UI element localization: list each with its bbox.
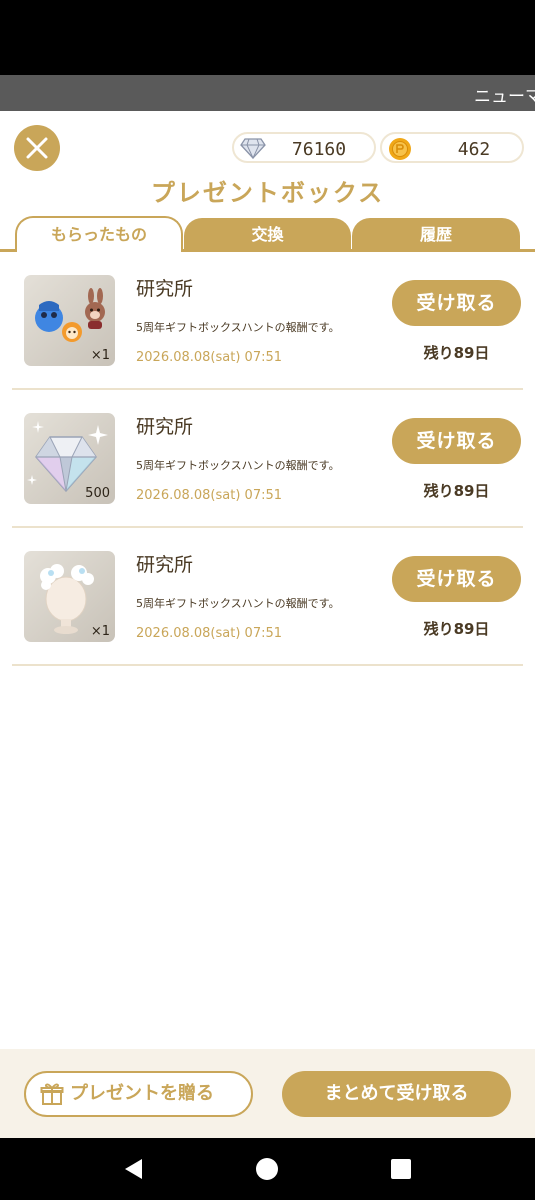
list-item: ×1 研究所 5周年ギフトボックスハントの報酬です。 2026.08.08(sa… bbox=[12, 252, 523, 390]
item-quantity: ×1 bbox=[90, 624, 110, 639]
item-date: 2026.08.08(sat) 07:51 bbox=[136, 626, 283, 641]
present-list: ×1 研究所 5周年ギフトボックスハントの報酬です。 2026.08.08(sa… bbox=[0, 252, 535, 666]
home-icon[interactable] bbox=[255, 1157, 279, 1181]
item-thumbnail: 500 bbox=[24, 413, 115, 504]
receive-button[interactable]: 受け取る bbox=[392, 280, 521, 326]
close-icon bbox=[26, 137, 48, 159]
coin-counter[interactable]: 462 bbox=[380, 132, 524, 163]
remaining-days: 残り89日 bbox=[423, 344, 490, 362]
item-date: 2026.08.08(sat) 07:51 bbox=[136, 350, 283, 365]
page-title: プレゼントボックス bbox=[150, 179, 385, 207]
receive-button[interactable]: 受け取る bbox=[392, 556, 521, 602]
send-present-label: プレゼントを贈る bbox=[70, 1083, 214, 1104]
diamond-counter[interactable]: 76160 bbox=[232, 132, 376, 163]
item-quantity: 500 bbox=[85, 486, 110, 501]
item-thumbnail: ×1 bbox=[24, 551, 115, 642]
item-message: 5周年ギフトボックスハントの報酬です。 bbox=[136, 597, 340, 610]
diamond-amount: 76160 bbox=[291, 139, 347, 160]
item-sender: 研究所 bbox=[136, 416, 194, 438]
remaining-days: 残り89日 bbox=[423, 620, 490, 638]
gift-icon bbox=[40, 1083, 64, 1105]
tab-received[interactable]: もらったもの bbox=[15, 216, 183, 252]
receive-all-button[interactable]: まとめて受け取る bbox=[282, 1071, 511, 1117]
item-message: 5周年ギフトボックスハントの報酬です。 bbox=[136, 459, 340, 472]
list-item: 500 研究所 5周年ギフトボックスハントの報酬です。 2026.08.08(s… bbox=[12, 390, 523, 528]
close-button[interactable] bbox=[14, 125, 60, 171]
tab-exchange[interactable]: 交換 bbox=[184, 218, 351, 252]
present-box-screen: 76160 462 プレゼントボックス もらったもの 交換 履歴 ×1 研究所 … bbox=[0, 111, 535, 1138]
send-present-button[interactable]: プレゼントを贈る bbox=[24, 1071, 253, 1117]
recents-icon[interactable] bbox=[389, 1157, 413, 1181]
receive-button[interactable]: 受け取る bbox=[392, 418, 521, 464]
system-nav-bar bbox=[0, 1138, 535, 1200]
item-sender: 研究所 bbox=[136, 554, 194, 576]
status-bar bbox=[0, 0, 535, 75]
footer-bar: プレゼントを贈る まとめて受け取る bbox=[0, 1049, 535, 1138]
back-icon[interactable] bbox=[122, 1157, 146, 1181]
list-item: ×1 研究所 5周年ギフトボックスハントの報酬です。 2026.08.08(sa… bbox=[12, 528, 523, 666]
item-date: 2026.08.08(sat) 07:51 bbox=[136, 488, 283, 503]
item-sender: 研究所 bbox=[136, 278, 194, 300]
ticker-text: ニューマ bbox=[474, 87, 535, 107]
tab-bar: もらったもの 交換 履歴 bbox=[0, 216, 535, 252]
news-ticker[interactable]: ニューマ bbox=[0, 75, 535, 111]
item-message: 5周年ギフトボックスハントの報酬です。 bbox=[136, 321, 340, 334]
remaining-days: 残り89日 bbox=[423, 482, 490, 500]
coin-amount: 462 bbox=[457, 139, 491, 160]
tab-history[interactable]: 履歴 bbox=[352, 218, 520, 252]
item-quantity: ×1 bbox=[90, 348, 110, 363]
item-thumbnail: ×1 bbox=[24, 275, 115, 366]
